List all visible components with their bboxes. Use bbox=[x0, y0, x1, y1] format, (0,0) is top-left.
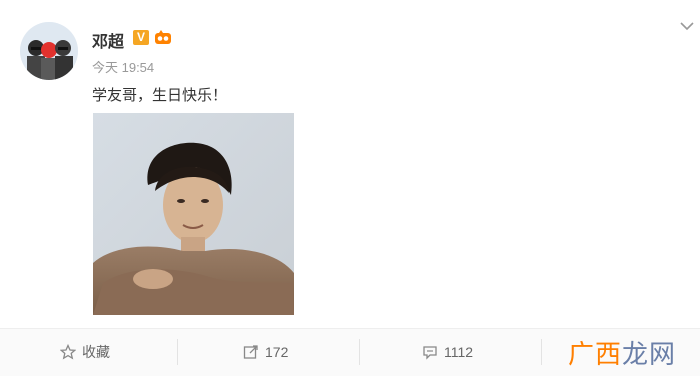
repost-button[interactable]: 172 bbox=[243, 342, 288, 362]
repost-icon bbox=[243, 345, 258, 359]
divider bbox=[359, 339, 360, 365]
author-avatar[interactable] bbox=[20, 22, 78, 80]
watermark: 广西龙网 bbox=[568, 334, 676, 371]
author-name[interactable]: 邓超 bbox=[92, 28, 124, 52]
watermark-part2: 龙网 bbox=[622, 339, 677, 369]
verified-badge: V bbox=[133, 30, 149, 45]
divider bbox=[541, 339, 542, 365]
favorite-label: 收藏 bbox=[82, 344, 110, 360]
divider bbox=[177, 339, 178, 365]
favorite-button[interactable]: 收藏 bbox=[60, 342, 110, 362]
menu-chevron-icon[interactable] bbox=[679, 20, 695, 32]
post-image[interactable] bbox=[93, 113, 294, 315]
post-time[interactable]: 今天 19:54 bbox=[92, 57, 154, 76]
repost-count: 172 bbox=[265, 344, 289, 360]
comment-count: 1112 bbox=[444, 344, 474, 360]
comment-button[interactable]: 1112 bbox=[422, 342, 473, 362]
watermark-part1: 广西 bbox=[568, 339, 623, 369]
post-text: 学友哥，生日快乐！ bbox=[92, 87, 228, 104]
comment-icon bbox=[423, 346, 437, 360]
star-icon bbox=[60, 344, 76, 360]
fan-badge-icon[interactable] bbox=[154, 30, 172, 45]
